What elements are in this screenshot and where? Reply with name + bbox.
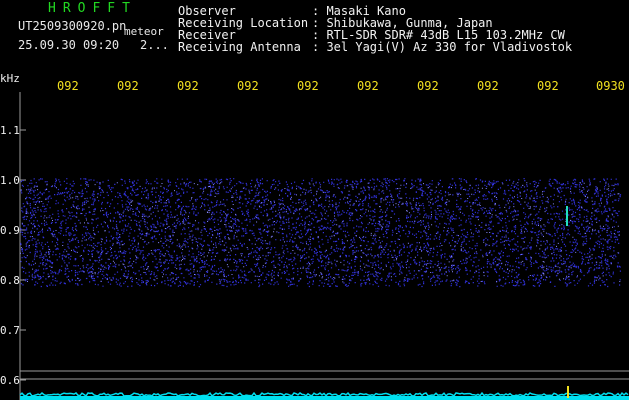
- antenna-value: : 3el Yagi(V) Az 330 for Vladivostok: [312, 40, 573, 54]
- time-tick-label: 092: [297, 79, 319, 93]
- frequency-tick-label: 0.6: [0, 374, 20, 387]
- time-tick-label: 092: [57, 79, 79, 93]
- meteor-echo-mark: [566, 206, 568, 226]
- time-tick-label: 092: [477, 79, 499, 93]
- time-tick-marks: [20, 129, 26, 381]
- time-tick-label: 092: [117, 79, 139, 93]
- antenna-label: Receiving Antenna: [178, 40, 301, 54]
- frequency-tick-label: 1.1: [0, 124, 20, 137]
- datetime-label: 25.09.30 09:20: [18, 38, 120, 52]
- time-tick-label: 092: [237, 79, 259, 93]
- file-name: UT2509300920.pn: [18, 19, 127, 33]
- time-tick-label: 092: [177, 79, 199, 93]
- file-type-label: meteor: [124, 25, 164, 38]
- frequency-tick-label: 0.9: [0, 224, 20, 237]
- spectrogram-plot: [19, 92, 629, 400]
- frequency-tick-label: 0.8: [0, 274, 20, 287]
- frequency-tick-label: 0.7: [0, 324, 20, 337]
- noise-band: [20, 178, 622, 288]
- time-tick-label: 092: [417, 79, 439, 93]
- frequency-tick-label: 1.0: [0, 174, 20, 187]
- frequency-unit-label: kHz: [0, 72, 20, 85]
- time-tick-label: 092: [357, 79, 379, 93]
- datetime-suffix: 2...: [140, 38, 169, 52]
- time-tick-label: 0930: [596, 79, 625, 93]
- time-tick-label: 092: [537, 79, 559, 93]
- signal-baseline: [19, 386, 629, 400]
- app-title: HROFFT: [48, 1, 137, 16]
